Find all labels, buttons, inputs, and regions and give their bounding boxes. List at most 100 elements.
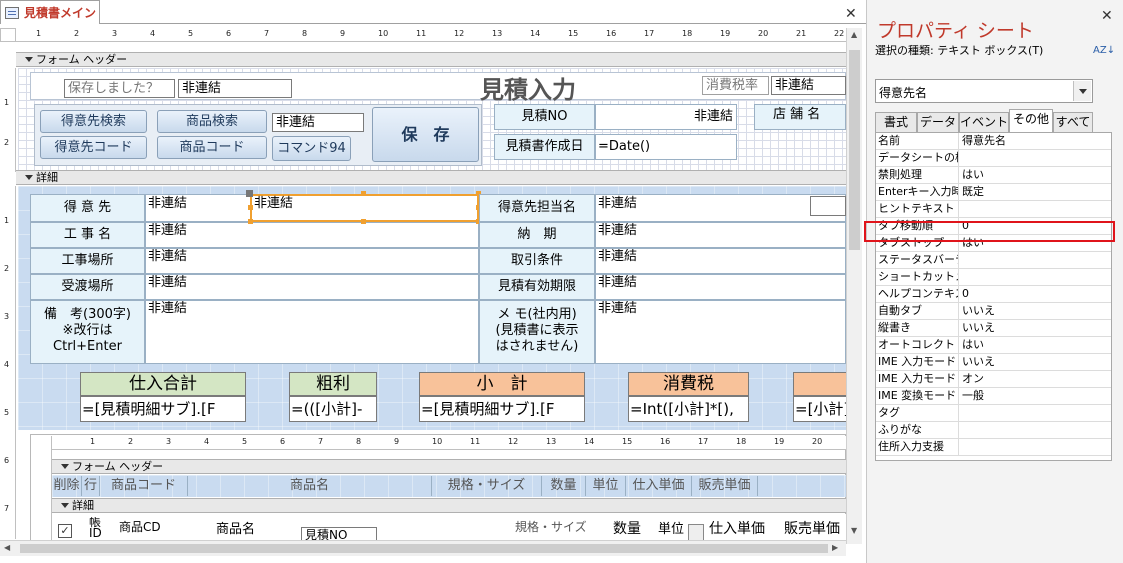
property-row[interactable]: ステータスバーテキ: [876, 252, 1111, 269]
property-row[interactable]: ふりがな: [876, 422, 1111, 439]
property-value[interactable]: いいえ: [960, 320, 1110, 336]
property-row[interactable]: 名前 得意先名: [876, 133, 1111, 150]
search-unbound-field[interactable]: 非連結: [272, 113, 364, 132]
property-value[interactable]: [960, 269, 1110, 285]
property-value[interactable]: [960, 439, 1110, 455]
purchase-total-field[interactable]: =[見積明細サブ].[F: [80, 396, 246, 422]
property-value[interactable]: 既定: [960, 184, 1110, 200]
remarks-field[interactable]: 非連結: [145, 300, 479, 364]
spec-field[interactable]: 規格・サイズ: [515, 518, 587, 535]
object-selector[interactable]: 得意先名: [875, 79, 1093, 103]
document-tab[interactable]: 見積書メイン: [0, 0, 100, 24]
sort-icon[interactable]: AZ↓: [1093, 46, 1115, 56]
saved-value-field[interactable]: 非連結: [178, 79, 292, 98]
product-search-button[interactable]: 商品検索: [157, 110, 267, 133]
property-row[interactable]: IME 入力モード いいえ: [876, 354, 1111, 371]
tab-data[interactable]: データ: [917, 112, 959, 133]
property-row[interactable]: タグ: [876, 405, 1111, 422]
contact-field[interactable]: 非連結: [595, 194, 846, 222]
subform-section-header[interactable]: フォーム ヘッダー: [52, 459, 846, 474]
horizontal-scroll-thumb[interactable]: [20, 544, 828, 553]
scroll-left-icon[interactable]: ◀: [4, 543, 10, 552]
project-field[interactable]: 非連結: [145, 222, 479, 248]
move-handle[interactable]: [246, 190, 253, 197]
property-row[interactable]: ヒントテキスト: [876, 201, 1111, 218]
property-value[interactable]: 得意先名: [960, 133, 1110, 149]
property-value[interactable]: [960, 150, 1110, 166]
property-value[interactable]: はい: [960, 167, 1110, 183]
tax-field[interactable]: =Int([小計]*[),: [628, 396, 749, 422]
deadline-field[interactable]: 非連結: [595, 222, 846, 248]
estimate-no-field[interactable]: 非連結: [595, 104, 737, 130]
property-row[interactable]: IME 入力モード オン: [876, 371, 1111, 388]
tab-all[interactable]: すべて: [1053, 112, 1093, 133]
subform-section-detail[interactable]: 詳細: [52, 498, 846, 513]
resize-handle[interactable]: [248, 219, 253, 224]
property-row[interactable]: ヘルプコンテキスト0: [876, 286, 1111, 303]
terms-field[interactable]: 非連結: [595, 248, 846, 274]
property-value[interactable]: [960, 252, 1110, 268]
section-form-header[interactable]: フォーム ヘッダー: [16, 52, 846, 67]
customer-code-button[interactable]: 得意先コード: [40, 136, 147, 159]
gross-profit-field[interactable]: =(([小計]-: [289, 396, 377, 422]
vertical-scroll-thumb[interactable]: [849, 50, 860, 250]
customer-search-button[interactable]: 得意先検索: [40, 110, 147, 133]
estimate-date-field[interactable]: =Date(): [595, 134, 737, 160]
property-value[interactable]: はい: [960, 337, 1110, 353]
saved-indicator-field[interactable]: 保存しました？: [64, 79, 175, 98]
tax-rate-field[interactable]: 非連結: [771, 76, 846, 95]
qty-field[interactable]: 数量: [613, 518, 641, 538]
property-row[interactable]: 住所入力支援: [876, 439, 1111, 456]
property-row[interactable]: 縦書き いいえ: [876, 320, 1111, 337]
purchase-price-field[interactable]: 仕入単価: [709, 518, 765, 538]
property-sheet-close-icon[interactable]: ✕: [1101, 8, 1113, 24]
property-value[interactable]: 0: [960, 286, 1110, 302]
command94-button[interactable]: コマンド94: [272, 136, 351, 161]
property-value[interactable]: オン: [960, 371, 1110, 387]
memo-field[interactable]: 非連結: [595, 300, 846, 364]
close-document-icon[interactable]: ✕: [845, 6, 857, 22]
product-code-button[interactable]: 商品コード: [157, 136, 267, 159]
property-row[interactable]: ショートカットメニ: [876, 269, 1111, 286]
property-value[interactable]: 一般: [960, 388, 1110, 404]
extra-field[interactable]: [810, 196, 846, 216]
tab-format[interactable]: 書式: [875, 112, 917, 133]
property-value[interactable]: いいえ: [960, 303, 1110, 319]
product-cd-field[interactable]: 商品CD: [119, 518, 161, 535]
chevron-down-icon[interactable]: [1073, 81, 1091, 101]
property-row[interactable]: 自動タブ いいえ: [876, 303, 1111, 320]
resize-handle[interactable]: [361, 191, 366, 196]
property-row[interactable]: IME 変換モード 一般: [876, 388, 1111, 405]
row-id-field[interactable]: 帳ID: [89, 517, 111, 539]
delivery-field[interactable]: 非連結: [145, 274, 479, 300]
property-value[interactable]: [960, 422, 1110, 438]
form-design-surface[interactable]: 1234567891011121314151617181920212223242…: [0, 24, 866, 563]
scroll-down-icon[interactable]: ▼: [851, 526, 857, 535]
customer-name-field-selected[interactable]: 非連結: [250, 194, 479, 222]
delete-checkbox[interactable]: ✓: [58, 524, 72, 538]
scroll-up-icon[interactable]: ▲: [851, 30, 857, 39]
property-row[interactable]: Enterキー入力時 既定: [876, 184, 1111, 201]
tab-other[interactable]: その他: [1009, 109, 1053, 133]
property-row[interactable]: オートコレクト はい: [876, 337, 1111, 354]
scroll-right-icon[interactable]: ▶: [832, 543, 838, 552]
validity-field[interactable]: 非連結: [595, 274, 846, 300]
unit-field[interactable]: 単位: [658, 518, 688, 537]
property-value[interactable]: [960, 405, 1110, 421]
sale-price-field[interactable]: 販売単価: [784, 518, 840, 538]
product-name-field[interactable]: 商品名: [216, 518, 255, 537]
resize-handle[interactable]: [248, 205, 253, 210]
total-field[interactable]: =[小計]: [793, 396, 846, 422]
save-button[interactable]: 保 存: [372, 107, 479, 162]
section-detail[interactable]: 詳細: [16, 170, 846, 185]
property-row[interactable]: 禁則処理 はい: [876, 167, 1111, 184]
subtotal-field[interactable]: =[見積明細サブ].[F: [419, 396, 585, 422]
site-field[interactable]: 非連結: [145, 248, 479, 274]
property-row[interactable]: データシートの標: [876, 150, 1111, 167]
tab-event[interactable]: イベント: [959, 112, 1009, 133]
horizontal-scrollbar[interactable]: ◀ ▶: [0, 540, 846, 556]
property-value[interactable]: いいえ: [960, 354, 1110, 370]
resize-handle[interactable]: [361, 219, 366, 224]
vertical-scrollbar[interactable]: ▲ ▼: [846, 28, 862, 540]
property-value[interactable]: [960, 201, 1110, 217]
